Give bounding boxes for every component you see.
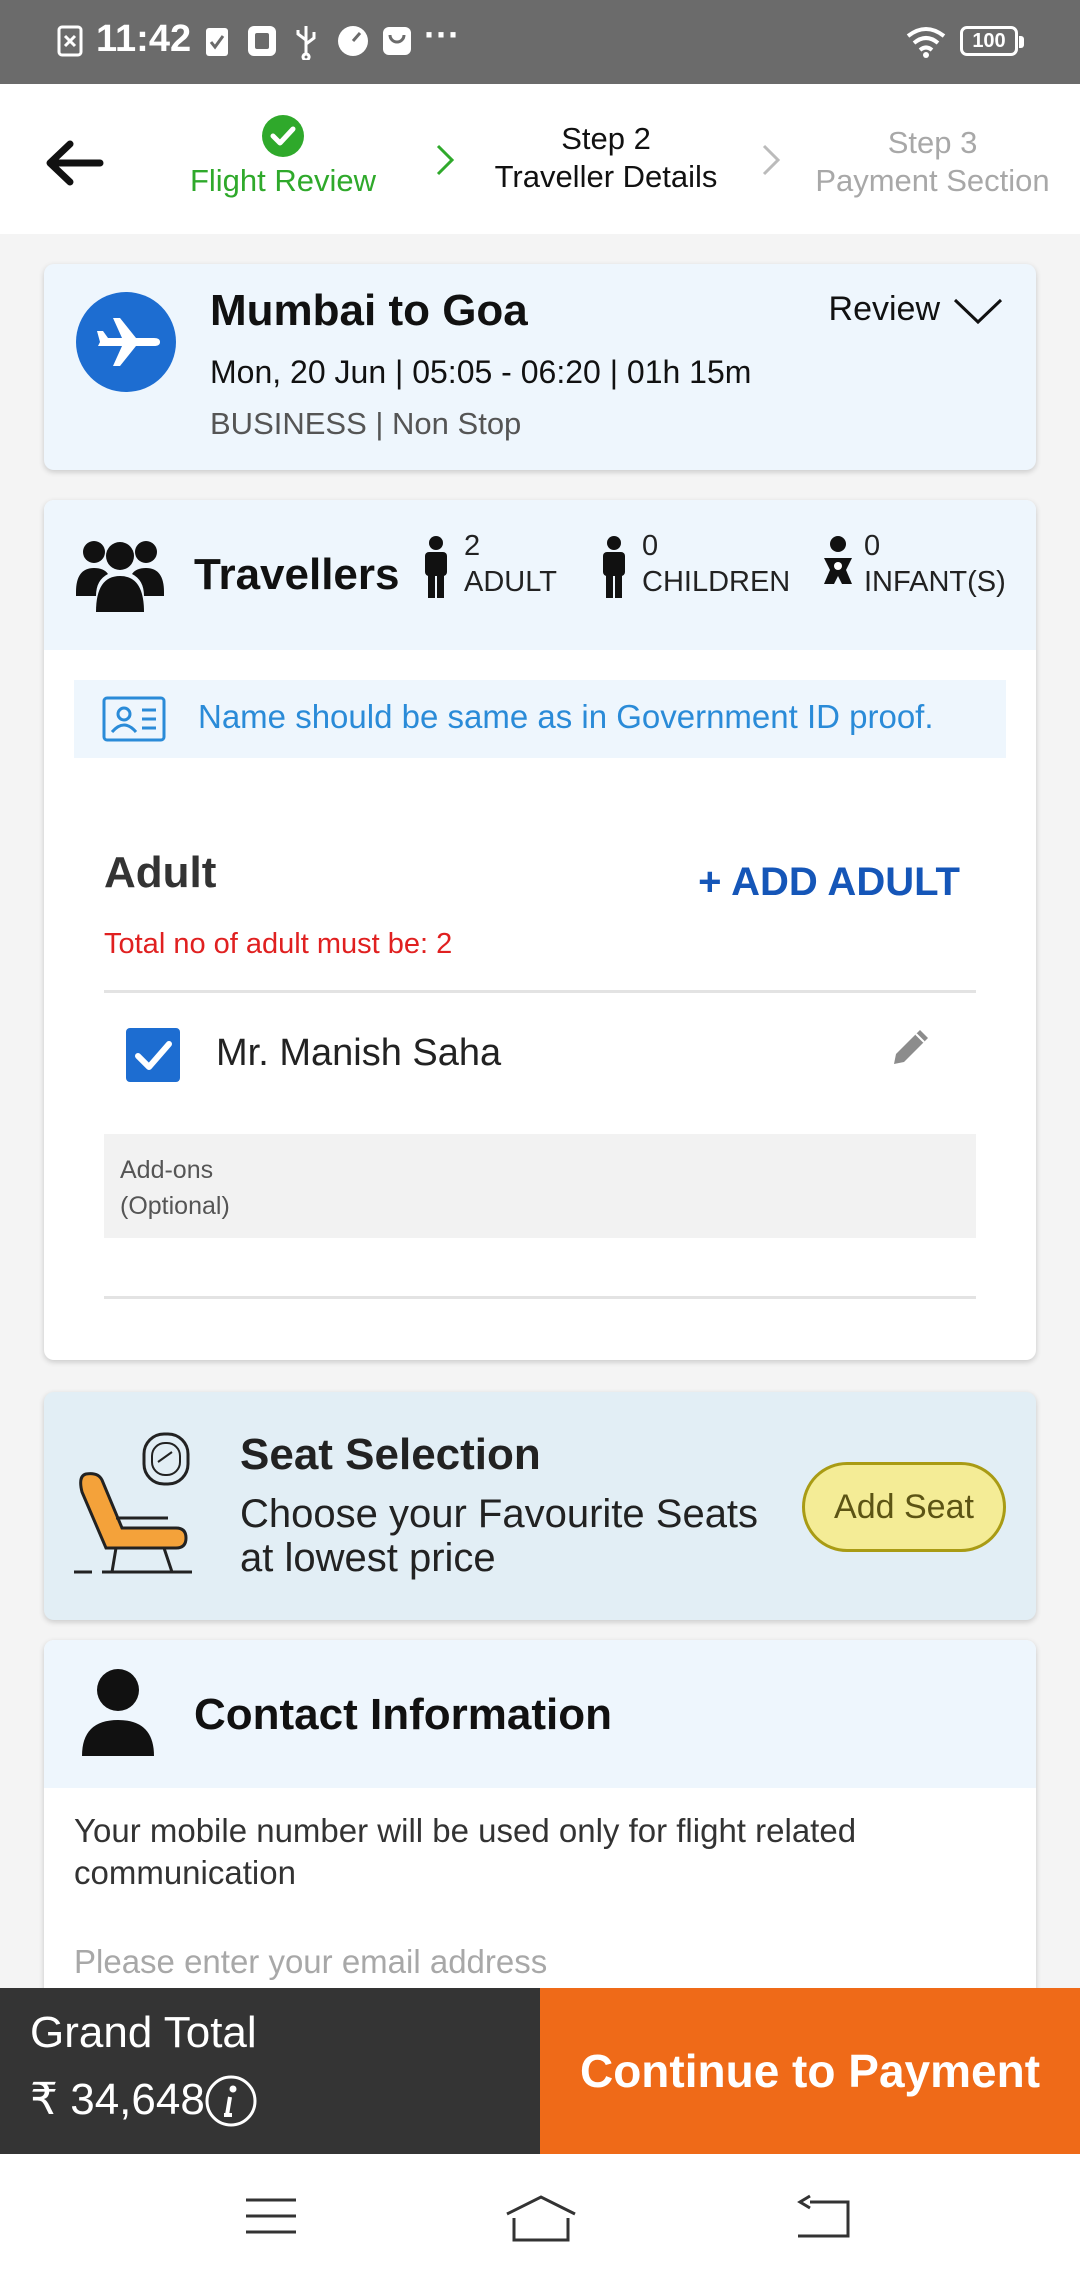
id-card-icon	[102, 696, 166, 742]
step2-label: Traveller Details	[494, 159, 718, 194]
review-toggle[interactable]: Review	[829, 290, 1004, 329]
plane-badge	[76, 292, 176, 392]
status-bar: 11:42 ··· 100	[0, 0, 1080, 84]
airplane-seat-icon	[74, 1432, 192, 1574]
flight-schedule: Mon, 20 Jun | 05:05 - 06:20 | 01h 15m	[210, 354, 752, 390]
divider	[104, 990, 976, 993]
chevron-down-icon	[953, 298, 1003, 324]
traveller-name: Mr. Manish Saha	[216, 1032, 502, 1074]
adult-count-warning: Total no of adult must be: 2	[104, 928, 453, 960]
adult-icon	[425, 536, 447, 598]
menu-icon[interactable]	[244, 2194, 298, 2238]
seat-selection-card: Seat Selection Choose your Favourite Sea…	[44, 1392, 1036, 1620]
home-icon[interactable]	[504, 2194, 578, 2242]
contact-information-card: Contact Information Your mobile number w…	[44, 1640, 1036, 2020]
continue-to-payment-button[interactable]: Continue to Payment	[540, 1988, 1080, 2154]
seat-selection-title: Seat Selection	[240, 1430, 541, 1479]
usb-icon	[296, 26, 316, 60]
infant-count-value: 0	[864, 530, 881, 562]
airplane-icon	[97, 318, 160, 366]
traveller-checkbox[interactable]	[126, 1028, 180, 1082]
chevron-right-icon	[436, 144, 455, 176]
booking-stepper: Flight Review Step 2 Traveller Details S…	[0, 84, 1080, 234]
travellers-title: Travellers	[194, 550, 400, 599]
contact-note: Your mobile number will be used only for…	[74, 1812, 857, 1891]
cleaner-app-icon	[248, 26, 276, 56]
grand-total-amount: ₹ 34,648	[30, 2075, 205, 2124]
step-payment-section[interactable]: Step 3 Payment Section	[810, 124, 1055, 200]
contact-header: Contact Information	[44, 1640, 1036, 1788]
clipboard-check-icon	[206, 28, 228, 56]
shopping-bag-icon	[383, 27, 411, 55]
add-adult-button[interactable]: + ADD ADULT	[698, 860, 960, 905]
flight-summary-card: Mumbai to Goa Mon, 20 Jun | 05:05 - 06:2…	[44, 264, 1036, 470]
travellers-card: Travellers 2 ADULT 0 CHILDREN 0 INFANT(S) N…	[44, 500, 1036, 1360]
check-circle-icon	[262, 115, 304, 157]
adult-count-label: ADULT	[464, 566, 557, 598]
step-traveller-details[interactable]: Step 2 Traveller Details	[490, 120, 722, 196]
check-icon	[135, 1041, 172, 1070]
wifi-icon	[906, 27, 946, 58]
checkout-bar: Grand Total ₹ 34,648 Continue to Payment	[0, 1988, 1080, 2154]
children-count-label: CHILDREN	[642, 566, 791, 598]
seat-selection-subtitle: Choose your Favourite Seats at lowest pr…	[240, 1492, 759, 1580]
system-navigation-bar	[0, 2154, 1080, 2280]
grand-total: Grand Total ₹ 34,648	[0, 1988, 540, 2154]
addons-optional: (Optional)	[120, 1192, 230, 1220]
step1-label: Flight Review	[189, 163, 377, 198]
travellers-header: Travellers 2 ADULT 0 CHILDREN 0 INFANT(S)	[44, 500, 1036, 650]
children-count-value: 0	[642, 530, 659, 562]
chevron-right-icon	[762, 144, 781, 176]
edit-pencil-icon[interactable]	[886, 1022, 936, 1072]
back-arrow-icon[interactable]	[40, 128, 110, 198]
divider	[104, 1296, 976, 1299]
id-note-text: Name should be same as in Government ID …	[198, 698, 934, 735]
sim-icon	[57, 25, 83, 57]
email-input[interactable]	[74, 1932, 994, 1992]
flight-cabin: BUSINESS | Non Stop	[210, 406, 522, 441]
step2-number: Step 2	[561, 121, 651, 156]
government-id-note: Name should be same as in Government ID …	[74, 680, 1006, 758]
flight-route: Mumbai to Goa	[210, 286, 528, 335]
add-seat-button[interactable]: Add Seat	[802, 1462, 1006, 1552]
infant-icon	[824, 536, 852, 584]
addons-title: Add-ons	[120, 1156, 214, 1184]
addons-field[interactable]: Add-ons (Optional)	[104, 1134, 976, 1238]
clock: 11:42	[96, 18, 192, 60]
speedometer-icon	[338, 26, 368, 56]
contact-title: Contact Information	[194, 1690, 612, 1739]
step3-number: Step 3	[887, 125, 978, 160]
review-label: Review	[828, 290, 940, 328]
adult-count-value: 2	[464, 530, 481, 562]
child-icon	[603, 536, 625, 598]
adult-section-title: Adult	[104, 848, 217, 897]
grand-total-label: Grand Total	[30, 2008, 257, 2057]
step-flight-review[interactable]: Flight Review	[178, 114, 388, 200]
step3-label: Payment Section	[815, 163, 1050, 198]
battery-icon: 100	[960, 26, 1024, 56]
back-icon[interactable]	[796, 2194, 852, 2240]
info-icon[interactable]	[204, 2074, 258, 2128]
infant-count-label: INFANT(S)	[864, 566, 1006, 598]
more-notifications-icon: ···	[424, 14, 460, 55]
group-people-icon	[76, 541, 164, 612]
person-icon	[82, 1669, 154, 1756]
